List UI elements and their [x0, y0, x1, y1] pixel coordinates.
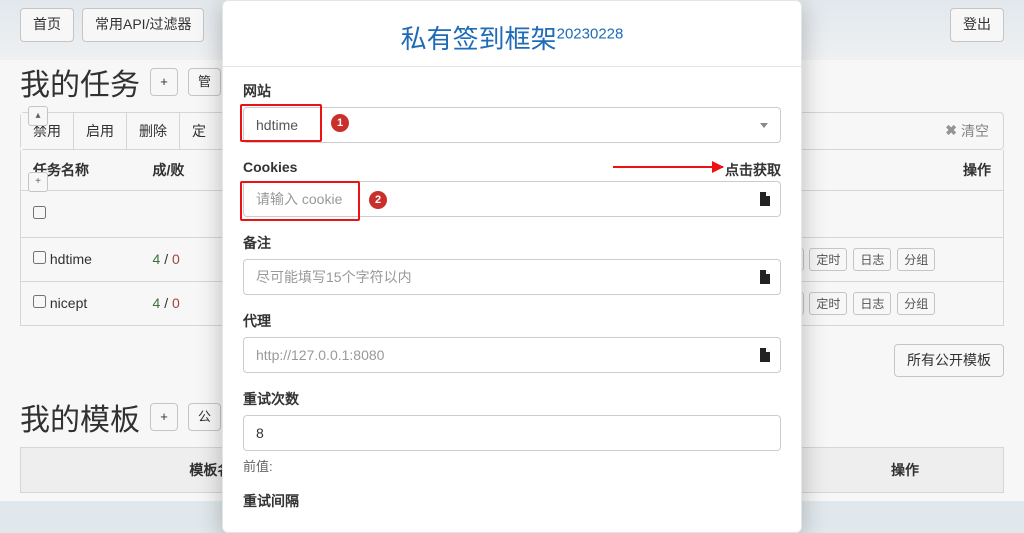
- site-value: hdtime: [256, 117, 298, 133]
- field-site: 网站 hdtime 1: [243, 81, 781, 143]
- cookies-input[interactable]: [243, 181, 781, 217]
- modal-body: 网站 hdtime 1 Cookies 点击获取 2: [223, 67, 801, 532]
- retry-prev: 前值:: [243, 456, 781, 475]
- field-interval: 重试间隔: [243, 491, 781, 511]
- file-icon[interactable]: [759, 192, 771, 206]
- chevron-down-icon: [760, 123, 768, 128]
- field-proxy: 代理: [243, 311, 781, 373]
- field-note: 备注: [243, 233, 781, 295]
- cookies-label: Cookies: [243, 159, 297, 175]
- file-icon[interactable]: [759, 270, 771, 284]
- modal-title: 私有签到框架20230228: [243, 19, 781, 56]
- proxy-label: 代理: [243, 311, 781, 331]
- task-modal: 私有签到框架20230228 网站 hdtime 1 Cookies 点击获取: [222, 0, 802, 533]
- retry-input[interactable]: [243, 415, 781, 451]
- modal-header: 私有签到框架20230228: [223, 1, 801, 67]
- file-icon[interactable]: [759, 348, 771, 362]
- field-cookies: Cookies 点击获取 2: [243, 159, 781, 217]
- site-label: 网站: [243, 81, 781, 101]
- cookies-get-link[interactable]: 点击获取: [725, 160, 781, 180]
- note-input[interactable]: [243, 259, 781, 295]
- note-label: 备注: [243, 233, 781, 253]
- site-select[interactable]: hdtime: [243, 107, 781, 143]
- field-retry: 重试次数 前值:: [243, 389, 781, 475]
- proxy-input[interactable]: [243, 337, 781, 373]
- retry-label: 重试次数: [243, 389, 781, 409]
- interval-label: 重试间隔: [243, 491, 781, 511]
